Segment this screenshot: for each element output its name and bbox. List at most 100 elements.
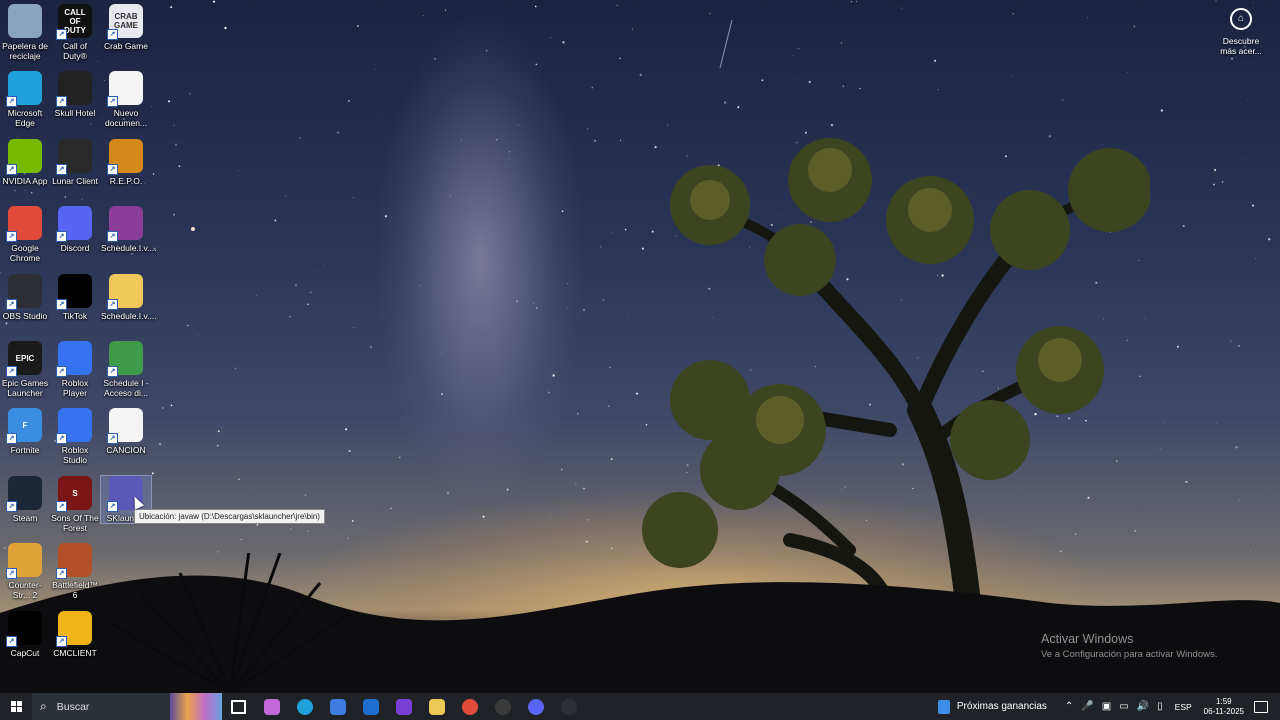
- desktop-icon-label: Schedule.I.v....: [101, 311, 157, 321]
- desktop-icon[interactable]: ↗ CMCLIENT: [50, 611, 100, 658]
- news-label: Próximas ganancias: [956, 701, 1047, 712]
- taskbar-app-edge[interactable]: [288, 693, 321, 720]
- taskbar-app-file-explorer[interactable]: [420, 693, 453, 720]
- desktop-icon-label: R.E.P.O.: [109, 176, 143, 186]
- icon-text: F: [22, 420, 28, 430]
- shortcut-arrow-icon: ↗: [6, 433, 17, 444]
- taskbar-app-lunar-client[interactable]: [486, 693, 519, 720]
- desktop-icon[interactable]: ↗ Steam: [0, 476, 50, 523]
- activate-subtitle: Ve a Configuración para activar Windows.: [1041, 649, 1218, 660]
- desktop-icon-label: Epic Games Launcher: [1, 378, 49, 398]
- microphone-icon[interactable]: 🎤: [1081, 701, 1093, 712]
- taskbar-app-outlook[interactable]: [354, 693, 387, 720]
- battery-icon[interactable]: ▯: [1157, 701, 1163, 712]
- desktop-icon[interactable]: Papelera de reciclaje: [0, 4, 50, 61]
- shortcut-arrow-icon: ↗: [6, 96, 17, 107]
- fortnite-icon: F ↗: [6, 408, 42, 444]
- shortcut-arrow-icon: ↗: [56, 29, 67, 40]
- discover-label: Descubre más acer...: [1220, 36, 1262, 56]
- lunar-client-icon: [494, 698, 511, 715]
- clock-date: 06-11-2025: [1203, 706, 1244, 716]
- network-icon[interactable]: ▭: [1119, 701, 1128, 712]
- volume-icon[interactable]: 🔊: [1137, 701, 1149, 712]
- desktop-icon-label: Papelera de reciclaje: [2, 41, 48, 61]
- desktop-icon[interactable]: ↗ Roblox Studio: [50, 408, 100, 465]
- desktop-icon-label: Steam: [12, 513, 38, 523]
- desktop-icon[interactable]: EPIC ↗ Epic Games Launcher: [0, 341, 50, 398]
- desktop-icon-label: Call of Duty®: [62, 41, 88, 61]
- spotlight-icon: ⌂: [1230, 8, 1252, 30]
- shortcut-arrow-icon: ↗: [56, 366, 67, 377]
- search-input[interactable]: [54, 699, 169, 714]
- desktop-icon[interactable]: ↗ TikTok: [50, 274, 100, 321]
- chevron-up-icon[interactable]: ⌃: [1065, 701, 1073, 712]
- desktop-icon[interactable]: CRAB GAME ↗ Crab Game: [101, 4, 151, 51]
- desktop-icon[interactable]: ↗ Schedule.I.v....: [101, 274, 157, 321]
- taskbar-app-copilot[interactable]: [255, 693, 288, 720]
- notification-icon[interactable]: [1254, 700, 1268, 713]
- display-icon[interactable]: ▣: [1102, 701, 1111, 712]
- system-tray: Próximas ganancias ⌃ 🎤 ▣ ▭ 🔊 ▯ ESP 1:59 …: [937, 693, 1280, 720]
- desktop-icon[interactable]: ↗ NVIDIA App: [0, 139, 50, 186]
- desktop-icon[interactable]: CALL OF DUTY ↗ Call of Duty®: [50, 4, 100, 61]
- discord-icon: ↗: [56, 206, 92, 242]
- shortcut-arrow-icon: ↗: [107, 299, 118, 310]
- taskbar-search[interactable]: ⌕: [32, 693, 222, 720]
- shortcut-arrow-icon: ↗: [107, 29, 118, 40]
- taskbar-app-chrome[interactable]: [453, 693, 486, 720]
- desktop-icon[interactable]: ↗ Schedule.I.v....: [101, 206, 157, 253]
- desktop-icon[interactable]: ↗ Counter-Str... 2: [0, 543, 50, 600]
- counter-strike-icon: ↗: [6, 543, 42, 579]
- taskbar-app-obs-studio[interactable]: [552, 693, 585, 720]
- discover-widget[interactable]: ⌂ Descubre más acer...: [1216, 8, 1266, 56]
- folder-icon: ↗: [107, 274, 143, 310]
- shortcut-arrow-icon: ↗: [107, 501, 118, 512]
- shortcut-arrow-icon: ↗: [107, 231, 118, 242]
- clock-time: 1:59: [1216, 696, 1232, 706]
- foreground-hills: [0, 553, 1280, 693]
- desktop-icon-label: Crab Game: [104, 41, 148, 51]
- desktop-icon[interactable]: S ↗ Sons Of The Forest: [50, 476, 100, 533]
- stock-chart-icon: [937, 699, 950, 714]
- taskbar-app-microsoft-store[interactable]: [321, 693, 354, 720]
- edge-icon: [296, 698, 313, 715]
- desktop-icon[interactable]: ↗ CapCut: [0, 611, 50, 658]
- desktop-icon[interactable]: ↗ Microsoft Edge: [0, 71, 50, 128]
- shortcut-arrow-icon: ↗: [56, 231, 67, 242]
- desktop-icon-label: Schedule I - Acceso di...: [103, 378, 149, 398]
- language-indicator[interactable]: ESP: [1175, 702, 1192, 712]
- desktop-icon-label: Skull Hotel: [54, 108, 96, 118]
- discord-icon: [527, 698, 544, 715]
- crab-game-icon: CRAB GAME ↗: [107, 4, 143, 40]
- taskbar-app-clipchamp[interactable]: [387, 693, 420, 720]
- call-of-duty-icon: CALL OF DUTY ↗: [56, 4, 92, 40]
- desktop-icon[interactable]: ↗ Discord: [50, 206, 100, 253]
- taskbar: ⌕ Próximas ganancias ⌃ 🎤 ▣ ▭ 🔊 ▯ ESP 1:5…: [0, 693, 1280, 720]
- capcut-icon: ↗: [6, 611, 42, 647]
- desktop-icon-label: Lunar Client: [52, 176, 98, 186]
- clock[interactable]: 1:59 06-11-2025: [1204, 697, 1244, 717]
- shortcut-arrow-icon: ↗: [6, 231, 17, 242]
- start-button[interactable]: [0, 693, 32, 720]
- windows-logo-icon: [10, 701, 22, 712]
- desktop-icon[interactable]: F ↗ Fortnite: [0, 408, 50, 455]
- icon-text: S: [72, 488, 78, 498]
- desktop-icon[interactable]: ↗ Schedule I - Acceso di...: [101, 341, 151, 398]
- sons-of-the-forest-icon: S ↗: [56, 476, 92, 512]
- desktop-icon[interactable]: ↗ Roblox Player: [50, 341, 100, 398]
- taskbar-app-discord[interactable]: [519, 693, 552, 720]
- taskbar-app-task-view[interactable]: [222, 693, 255, 720]
- desktop-icon[interactable]: ↗ Battlefield™ 6: [50, 543, 100, 600]
- desktop-icon[interactable]: ↗ CANCION: [101, 408, 151, 455]
- file-explorer-icon: [428, 698, 445, 715]
- desktop-icon-label: CANCION: [106, 445, 146, 455]
- desktop-icon[interactable]: ↗ OBS Studio: [0, 274, 50, 321]
- desktop-icon[interactable]: ↗ Skull Hotel: [50, 71, 100, 118]
- desktop-icon[interactable]: ↗ Lunar Client: [50, 139, 100, 186]
- shortcut-arrow-icon: ↗: [107, 164, 118, 175]
- desktop-icon[interactable]: ↗ R.E.P.O.: [101, 139, 151, 186]
- desktop-icon[interactable]: ↗ Nuevo documen...: [101, 71, 151, 128]
- desktop-icon[interactable]: ↗ Google Chrome: [0, 206, 50, 263]
- news-widget[interactable]: Próximas ganancias: [937, 699, 1047, 714]
- recycle-bin-icon: [8, 4, 42, 38]
